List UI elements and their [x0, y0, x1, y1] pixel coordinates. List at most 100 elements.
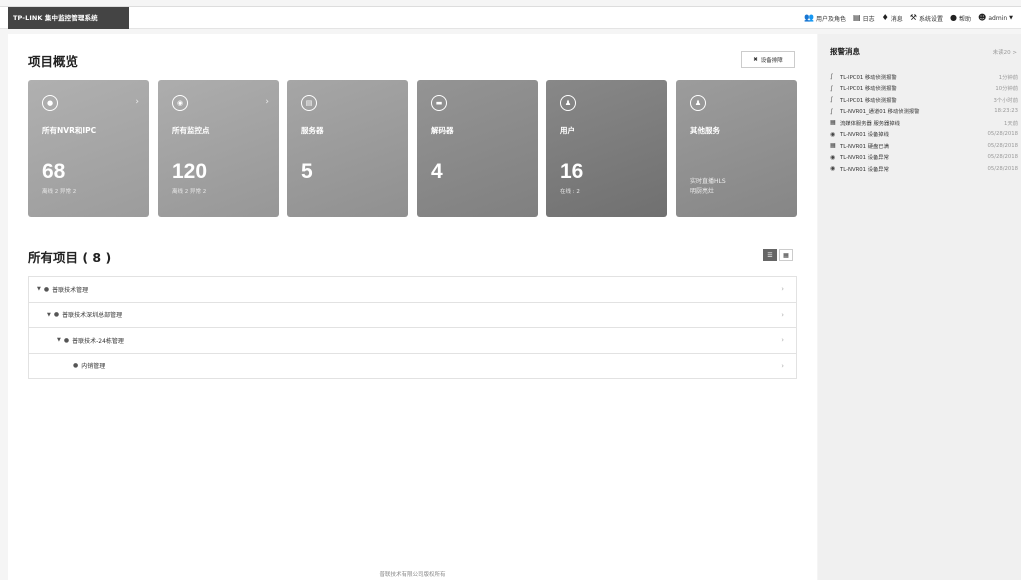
card-name: 解码器	[431, 126, 454, 135]
projects-title: 所有项目 ( 8 )	[28, 250, 112, 265]
tools-icon: ✖	[753, 56, 758, 63]
card-name: 所有NVR和IPC	[42, 126, 97, 135]
alerts-panel: 报警消息 未读20 > ∫ TL-IPC01 移动侦测报警 1分钟前 ∫ TL-…	[818, 34, 1021, 580]
card-name: 所有监控点	[172, 126, 210, 135]
project-tree: ▼ ● 普联技术管理 › ▼ ● 普联技术深圳总部管理 › ▼ ● 普联技术-2…	[28, 276, 797, 379]
card-value: 16	[560, 160, 584, 183]
chevron-down-icon: ▼	[1009, 15, 1013, 21]
chevron-right-icon: ›	[781, 361, 784, 370]
card-value: 5	[301, 160, 313, 183]
tree-row[interactable]: ● 内销管理 ›	[29, 354, 796, 379]
tree-row[interactable]: ▼ ● 普联技术-24栋管理 ›	[29, 328, 796, 354]
decoder-icon: ▬	[431, 95, 447, 111]
nav-log-label: 日志	[862, 15, 875, 23]
nav-settings[interactable]: ⚒ 系统设置	[910, 14, 943, 23]
grid-view-icon[interactable]: ▦	[779, 249, 793, 261]
nav-messages-label: 消息	[890, 15, 903, 23]
chevron-right-icon: ›	[135, 97, 139, 107]
list-view-icon[interactable]: ☰	[763, 249, 777, 261]
nav-user-label: admin	[988, 14, 1008, 22]
alert-time: 18:23:23	[994, 108, 1018, 115]
alert-time: 05/28/2018	[987, 165, 1018, 172]
alert-text: TL-IPC01 移动侦测报警	[840, 86, 897, 93]
tree-row-label: 普联技术深圳总部管理	[62, 312, 123, 320]
service-hls[interactable]: 实时直播HLS	[690, 176, 726, 185]
caret-down-icon[interactable]: ▼	[57, 337, 61, 343]
alert-text: TL-IPC01 移动侦测报警	[840, 97, 897, 104]
alert-item[interactable]: ◉ TL-NVR01 设备异常 05/28/2018	[830, 163, 1018, 175]
device-fault-label: 设备排障	[760, 57, 783, 64]
card-other-services[interactable]: ♟ 其他服务 实时直播HLS 明厨亮灶	[676, 80, 797, 217]
card-users[interactable]: ♟ 用户 16 在线 : 2	[546, 80, 667, 217]
card-nvr-ipc[interactable]: ● › 所有NVR和IPC 68 离线 2 异常 2	[28, 80, 149, 217]
alert-item[interactable]: ∫ TL-NVR01_通道01 移动侦测报警 18:23:23	[830, 106, 1018, 118]
card-name: 服务器	[301, 126, 324, 135]
nav-messages[interactable]: ♦ 消息	[882, 14, 903, 23]
info-icon: ●	[949, 13, 957, 22]
alert-list: ∫ TL-IPC01 移动侦测报警 1分钟前 ∫ TL-IPC01 移动侦测报警…	[830, 71, 1018, 175]
motion-icon: ∫	[830, 96, 834, 104]
alert-text: TL-NVR01 设备异常	[840, 166, 889, 173]
device-fault-button[interactable]: ✖ 设备排障	[741, 51, 795, 68]
alert-item[interactable]: ▦ TL-NVR01 硬盘已满 05/28/2018	[830, 140, 1018, 152]
nav-help[interactable]: ● 帮助	[950, 14, 971, 23]
alerts-unread-link[interactable]: 未读20 >	[993, 48, 1017, 56]
caret-down-icon[interactable]: ▼	[37, 286, 41, 292]
top-nav: 👥 用户及角色 ▤ 日志 ♦ 消息 ⚒ 系统设置 ● 帮助 ☻ admin ▼	[804, 7, 1013, 29]
project-icon: ●	[73, 362, 79, 370]
service-kitchen[interactable]: 明厨亮灶	[690, 186, 714, 195]
card-sub: 在线 : 2	[560, 189, 580, 195]
alert-item[interactable]: ▦ 流媒体服务器 服务器掉线 1天前	[830, 117, 1018, 129]
alert-item[interactable]: ∫ TL-IPC01 移动侦测报警 10分钟前	[830, 83, 1018, 95]
card-name: 用户	[560, 126, 575, 135]
server-alert-icon: ▦	[830, 119, 836, 127]
nvr-icon: ◉	[830, 153, 836, 161]
alert-item[interactable]: ∫ TL-IPC01 移动侦测报警 1分钟前	[830, 71, 1018, 83]
user-icon: ☻	[977, 13, 987, 22]
alert-time: 05/28/2018	[987, 154, 1018, 161]
card-value: 120	[172, 160, 208, 183]
alert-item[interactable]: ◉ TL-NVR01 设备掉线 05/28/2018	[830, 129, 1018, 141]
alert-time: 1天前	[1004, 120, 1018, 127]
chevron-right-icon: ›	[781, 336, 784, 345]
overview-cards: ● › 所有NVR和IPC 68 离线 2 异常 2 ◉ › 所有监控点 120…	[28, 80, 797, 217]
alert-time: 05/28/2018	[987, 131, 1018, 138]
top-bar: TP-LINK 集中监控管理系统 👥 用户及角色 ▤ 日志 ♦ 消息 ⚒ 系统设…	[0, 6, 1021, 29]
view-toggle: ☰ ▦	[763, 249, 793, 261]
motion-icon: ∫	[830, 107, 834, 115]
nav-log[interactable]: ▤ 日志	[853, 14, 875, 23]
alert-time: 10分钟前	[995, 86, 1018, 93]
project-icon: ●	[43, 285, 50, 293]
tree-row[interactable]: ▼ ● 普联技术深圳总部管理 ›	[29, 303, 796, 328]
page-title: 项目概览	[28, 54, 79, 69]
main-panel: 项目概览 ✖ 设备排障 ● › 所有NVR和IPC 68 离线 2 异常 2 ◉…	[8, 34, 817, 580]
card-servers[interactable]: ▤ 服务器 5	[287, 80, 408, 217]
users-icon: 👥	[804, 13, 815, 22]
nav-user-menu[interactable]: ☻ admin ▼	[978, 14, 1013, 22]
alert-text: TL-NVR01 设备异常	[840, 155, 889, 162]
alert-text: TL-NVR01_通道01 移动侦测报警	[840, 109, 920, 116]
card-value: 68	[42, 160, 66, 183]
brand-logo[interactable]: TP-LINK 集中监控管理系统	[8, 7, 129, 29]
camera-icon: ●	[42, 95, 58, 111]
project-icon: ●	[53, 311, 60, 319]
nav-settings-label: 系统设置	[918, 15, 943, 23]
project-icon: ●	[63, 336, 70, 344]
alert-item[interactable]: ◉ TL-NVR01 设备异常 05/28/2018	[830, 152, 1018, 164]
card-sub: 离线 2 异常 2	[42, 189, 77, 195]
alert-text: 流媒体服务器 服务器掉线	[840, 120, 900, 127]
card-decoders[interactable]: ▬ 解码器 4	[417, 80, 538, 217]
nav-help-label: 帮助	[958, 15, 971, 23]
tree-row[interactable]: ▼ ● 普联技术管理 ›	[29, 277, 796, 303]
alert-item[interactable]: ∫ TL-IPC01 移动侦测报警 3个小时前	[830, 94, 1018, 106]
card-monitor-points[interactable]: ◉ › 所有监控点 120 离线 2 异常 2	[158, 80, 279, 217]
alert-time: 05/28/2018	[987, 142, 1018, 149]
chevron-right-icon: ›	[781, 310, 784, 319]
card-name: 其他服务	[690, 126, 720, 135]
card-value: 4	[431, 160, 443, 183]
alert-text: TL-NVR01 硬盘已满	[840, 143, 889, 150]
caret-down-icon[interactable]: ▼	[47, 312, 51, 318]
server-icon: ▤	[301, 95, 317, 111]
nav-users-roles[interactable]: 👥 用户及角色	[804, 14, 846, 23]
users-icon: ♟	[560, 95, 576, 111]
